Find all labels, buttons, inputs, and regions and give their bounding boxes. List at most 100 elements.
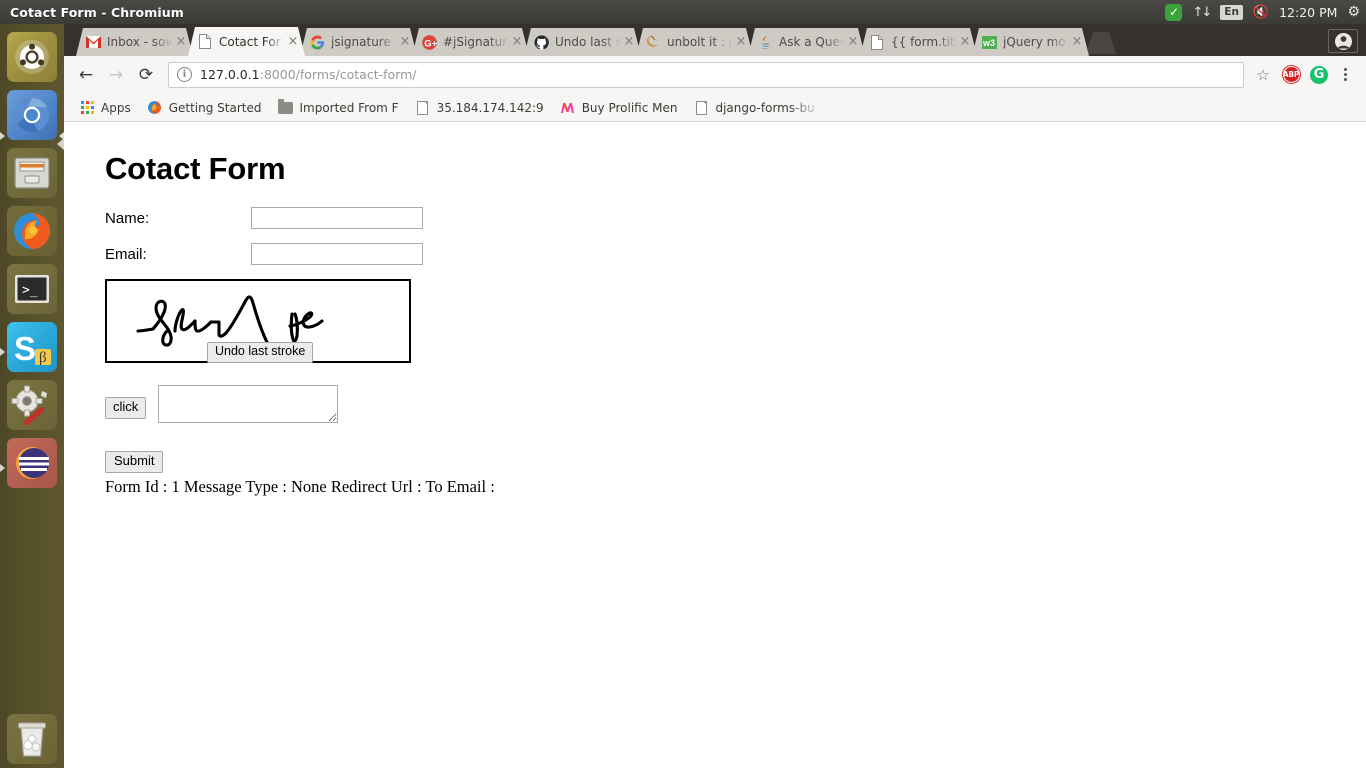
email-field-row: Email: [105,243,1305,265]
file-cabinet-icon [14,157,50,189]
system-tray: ✓ ↑↓ En 🔇 12:20 PM ⚙ [1165,0,1360,24]
java-icon [757,34,773,50]
running-indicator-skype [0,348,5,356]
launcher-item-trash[interactable] [7,714,57,764]
running-indicator-chromium [0,132,5,140]
tab-title: unbolt it : j [667,35,733,49]
browser-tab[interactable]: Ask a Ques × [748,28,865,56]
bookmark-item[interactable]: Imported From F [270,97,405,119]
tab-close-icon[interactable]: × [397,34,413,50]
email-label: Email: [105,245,147,263]
signature-pad[interactable]: Undo last stroke [105,279,411,363]
tab-close-icon[interactable]: × [285,34,301,50]
launcher-item-files[interactable] [7,148,57,198]
unity-top-panel: Cotact Form - Chromium ✓ ↑↓ En 🔇 12:20 P… [0,0,1366,24]
svg-text:S: S [14,330,36,367]
document-icon [197,34,213,50]
bookmark-item[interactable]: django-forms-bu [686,97,821,119]
launcher-item-skype[interactable]: S β [7,322,57,372]
bookmark-item[interactable]: Buy Prolific Men [553,97,685,119]
browser-tab-active[interactable]: Cotact For × [188,27,305,56]
back-button[interactable]: ← [72,61,100,89]
browser-tab[interactable]: {{ form.titl × [860,28,977,56]
forward-button[interactable]: → [102,61,130,89]
settings-gear-wrench-icon [11,385,47,425]
firefox-icon [14,213,50,249]
url-text: 127.0.0.1:8000/forms/cotact-form/ [200,67,416,82]
running-indicator-eclipse [0,464,5,472]
keyboard-layout-indicator[interactable]: En [1220,0,1243,24]
tab-close-icon[interactable]: × [957,34,973,50]
tab-close-icon[interactable]: × [509,34,525,50]
bookmark-item[interactable]: 35.184.174.142:9 [408,97,551,119]
tab-close-icon[interactable]: × [1069,34,1085,50]
click-row: click [105,385,1305,423]
window-resize-arrow[interactable] [57,138,64,150]
browser-tab[interactable]: w3 jQuery mo × [972,28,1089,56]
tab-title: Cotact For [219,34,281,49]
bookmark-label: 35.184.174.142:9 [436,100,544,115]
launcher-item-firefox[interactable] [7,206,57,256]
name-input[interactable] [251,207,423,229]
bookmark-label: Getting Started [168,100,262,115]
bookmark-label: Buy Prolific Men [581,100,678,115]
myntra-icon [561,102,575,113]
undo-last-stroke-button[interactable]: Undo last stroke [207,342,314,363]
network-icon[interactable]: ↑↓ [1192,0,1212,24]
address-bar[interactable]: i 127.0.0.1:8000/forms/cotact-form/ [168,61,1244,88]
volume-muted-icon[interactable]: 🔇 [1253,0,1269,24]
updates-icon[interactable]: ✓ [1165,0,1183,24]
folder-icon [277,98,293,114]
ubuntu-icon [15,40,49,74]
bookmarks-bar: Apps Getting Started Imported From F 35.184… [64,94,1366,122]
tab-title: #jSignatur [443,35,508,49]
tab-strip: Inbox - sow × Cotact For × jsignature × G+ #jSi… [64,24,1366,56]
svg-text:β: β [39,350,47,366]
name-field-row: Name: [105,207,1305,229]
bookmark-label: Apps [101,100,131,115]
tab-title: Undo last s [555,35,621,49]
browser-tab[interactable]: Inbox - sow × [76,28,193,56]
google-icon [309,34,325,50]
bookmark-item[interactable]: Getting Started [140,97,269,119]
gear-icon[interactable]: ⚙ [1347,0,1360,24]
grammarly-icon[interactable]: G [1306,62,1332,88]
launcher-item-chromium[interactable] [7,90,57,140]
tab-title: Inbox - sow [107,35,173,49]
apps-grid-icon [80,101,94,114]
clock[interactable]: 12:20 PM [1279,0,1337,24]
tab-title: {{ form.titl [891,35,957,49]
new-tab-button[interactable] [1086,32,1116,54]
browser-tab[interactable]: unbolt it : j × [636,28,753,56]
three-dot-menu-icon[interactable] [1332,62,1358,88]
signature-data-textarea[interactable] [158,385,339,423]
launcher-item-eclipse[interactable] [7,438,57,488]
person-icon [1334,32,1352,50]
document-icon [869,34,885,50]
skype-icon: S β [14,330,51,367]
browser-tab[interactable]: G+ #jSignatur × [412,28,529,56]
launcher-item-terminal[interactable]: >_ [7,264,57,314]
profile-avatar-button[interactable] [1328,29,1358,53]
site-info-icon[interactable]: i [177,67,192,82]
submit-button[interactable]: Submit [105,451,164,473]
browser-tab[interactable]: jsignature × [300,28,417,56]
tab-close-icon[interactable]: × [733,34,749,50]
reload-button[interactable]: ⟳ [132,61,160,89]
adblock-plus-icon[interactable]: ABP [1278,62,1304,88]
eclipse-icon [16,447,49,479]
tab-close-icon[interactable]: × [621,34,637,50]
star-icon[interactable]: ☆ [1250,62,1276,88]
svg-text:G+: G+ [424,38,437,49]
browser-tab[interactable]: Undo last s × [524,28,641,56]
launcher-item-ubuntu-dash[interactable] [7,32,57,82]
tab-close-icon[interactable]: × [173,34,189,50]
w3schools-icon: w3 [981,34,997,50]
launcher-item-system-settings[interactable] [7,380,57,430]
bookmark-item[interactable]: Apps [72,97,138,119]
page-viewport: Cotact Form Name: Email: Undo last strok… [64,122,1366,768]
email-input[interactable] [251,243,423,265]
tab-close-icon[interactable]: × [845,34,861,50]
document-icon [695,100,707,115]
click-button[interactable]: click [105,397,147,419]
